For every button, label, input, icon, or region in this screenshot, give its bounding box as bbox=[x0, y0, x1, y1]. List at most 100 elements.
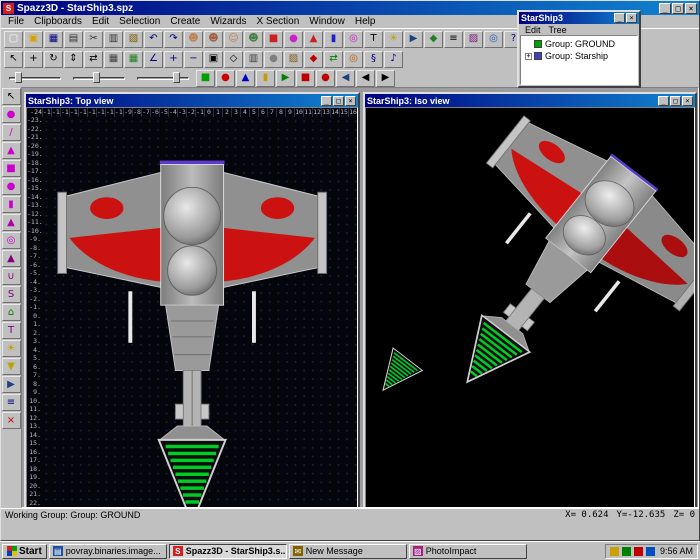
volume-icon[interactable] bbox=[610, 547, 619, 556]
sweep-tool-button[interactable]: S bbox=[2, 286, 21, 303]
prev-frame-button[interactable]: ◀ bbox=[356, 70, 375, 87]
wireframe-toggle-button[interactable]: ▥ bbox=[244, 51, 263, 68]
modem-icon[interactable] bbox=[646, 547, 655, 556]
task-button[interactable]: ▤ povray.binaries.image... bbox=[49, 544, 167, 559]
avatar-female-button[interactable]: ☻ bbox=[204, 31, 223, 48]
zoom-in-button[interactable]: + bbox=[164, 51, 183, 68]
yellow-cylinder-button[interactable]: ▮ bbox=[256, 70, 275, 87]
text3d-tool-button[interactable]: T bbox=[2, 322, 21, 339]
new-file-button[interactable]: ▢ bbox=[4, 31, 23, 48]
shaded-toggle-button[interactable]: ● bbox=[264, 51, 283, 68]
rotate-tool-button[interactable]: ↻ bbox=[44, 51, 63, 68]
display-icon[interactable] bbox=[622, 547, 631, 556]
task-button[interactable]: S Spazz3D - StarShip3.s... bbox=[169, 544, 287, 559]
terrain-tool-button[interactable]: ⌂ bbox=[2, 304, 21, 321]
face-tool-button[interactable]: ▲ bbox=[2, 142, 21, 159]
tree-item[interactable]: + Group: Starship bbox=[525, 50, 637, 62]
camera-tool-button[interactable]: ▶ bbox=[404, 31, 423, 48]
sensor-tool-button[interactable]: ◎ bbox=[344, 51, 363, 68]
scheduler-icon[interactable] bbox=[634, 547, 643, 556]
zoom-out-button[interactable]: − bbox=[184, 51, 203, 68]
torus-primitive-button[interactable]: ◎ bbox=[344, 31, 363, 48]
expand-toggle[interactable]: + bbox=[525, 53, 532, 60]
menu-item[interactable]: Tree bbox=[545, 25, 571, 35]
record-button[interactable]: ● bbox=[316, 70, 335, 87]
close-button[interactable]: × bbox=[626, 13, 637, 23]
zoom-level-slider[interactable] bbox=[135, 71, 191, 85]
cone-create-button[interactable]: ▲ bbox=[2, 214, 21, 231]
iso-view-titlebar[interactable]: StarShip3: Iso view _ □ × bbox=[365, 94, 695, 107]
torus-create-button[interactable]: ◎ bbox=[2, 232, 21, 249]
red-sphere-button[interactable]: ● bbox=[216, 70, 235, 87]
menu-item[interactable]: Window bbox=[304, 16, 350, 27]
slider-thumb[interactable] bbox=[93, 72, 100, 83]
pan-tool-button[interactable]: ◇ bbox=[224, 51, 243, 68]
menu-item[interactable]: X Section bbox=[251, 16, 304, 27]
material-tool-button[interactable]: ▨ bbox=[464, 31, 483, 48]
minimize-button[interactable]: _ bbox=[659, 3, 671, 14]
paste-button[interactable]: ▧ bbox=[124, 31, 143, 48]
cut-button[interactable]: ✂ bbox=[84, 31, 103, 48]
light-tool-button[interactable]: ☀ bbox=[384, 31, 403, 48]
sphere-create-button[interactable]: ● bbox=[2, 178, 21, 195]
menu-item[interactable]: Create bbox=[165, 16, 205, 27]
vertex-tool-button[interactable]: ● bbox=[2, 106, 21, 123]
menu-item[interactable]: Wizards bbox=[205, 16, 251, 27]
move-tool-button[interactable]: + bbox=[24, 51, 43, 68]
sphere-primitive-button[interactable]: ● bbox=[284, 31, 303, 48]
slider-thumb[interactable] bbox=[15, 72, 22, 83]
top-view-titlebar[interactable]: StarShip3: Top view _ □ × bbox=[26, 94, 358, 107]
route-tool-button[interactable]: ⇄ bbox=[324, 51, 343, 68]
camera-create-button[interactable]: ▶ bbox=[2, 376, 21, 393]
cylinder-create-button[interactable]: ▮ bbox=[2, 196, 21, 213]
delete-tool-button[interactable]: × bbox=[2, 412, 21, 429]
top-viewport[interactable] bbox=[42, 117, 357, 508]
menu-item[interactable]: Help bbox=[350, 16, 381, 27]
lathe-tool-button[interactable]: ∪ bbox=[2, 268, 21, 285]
cone-primitive-button[interactable]: ▲ bbox=[304, 31, 323, 48]
copy-button[interactable]: ▥ bbox=[104, 31, 123, 48]
menu-item[interactable]: Edit bbox=[521, 25, 545, 35]
mirror-tool-button[interactable]: ⇄ bbox=[84, 51, 103, 68]
save-file-button[interactable]: ▦ bbox=[44, 31, 63, 48]
slider-thumb[interactable] bbox=[173, 72, 180, 83]
zoom-fit-button[interactable]: ▣ bbox=[204, 51, 223, 68]
stop-button[interactable]: ■ bbox=[296, 70, 315, 87]
snap-size-slider[interactable] bbox=[71, 71, 127, 85]
camera-view-button[interactable]: ◀ bbox=[336, 70, 355, 87]
pointlight-tool-button[interactable]: ☀ bbox=[2, 340, 21, 357]
menu-item[interactable]: Edit bbox=[87, 16, 114, 27]
axis-toggle-button[interactable]: ∠ bbox=[144, 51, 163, 68]
script-tool-button[interactable]: § bbox=[364, 51, 383, 68]
next-frame-button[interactable]: ▶ bbox=[376, 70, 395, 87]
world-tool-button[interactable]: ◎ bbox=[484, 31, 503, 48]
close-button[interactable]: × bbox=[682, 96, 693, 106]
grid-size-slider[interactable] bbox=[7, 71, 63, 85]
scale-tool-button[interactable]: ⇕ bbox=[64, 51, 83, 68]
cylinder-primitive-button[interactable]: ▮ bbox=[324, 31, 343, 48]
grid-toggle-button[interactable]: ▦ bbox=[124, 51, 143, 68]
redo-button[interactable]: ↷ bbox=[164, 31, 183, 48]
keyframe-tool-button[interactable]: ◆ bbox=[304, 51, 323, 68]
spotlight-tool-button[interactable]: ▼ bbox=[2, 358, 21, 375]
minimize-button[interactable]: _ bbox=[321, 96, 332, 106]
texture-toggle-button[interactable]: ▨ bbox=[284, 51, 303, 68]
body-button[interactable]: ☻ bbox=[244, 31, 263, 48]
menu-item[interactable]: File bbox=[3, 16, 29, 27]
pointer-tool-button[interactable]: ↖ bbox=[2, 88, 21, 105]
sound-tool-button[interactable]: ♪ bbox=[384, 51, 403, 68]
viewpoint-tool-button[interactable]: ◆ bbox=[424, 31, 443, 48]
task-button[interactable]: ✉ New Message bbox=[289, 544, 407, 559]
face-button[interactable]: ☺ bbox=[224, 31, 243, 48]
open-file-button[interactable]: ▣ bbox=[24, 31, 43, 48]
group-create-button[interactable]: ≡ bbox=[2, 394, 21, 411]
iso-viewport[interactable] bbox=[365, 107, 695, 508]
play-button[interactable]: ▶ bbox=[276, 70, 295, 87]
minimize-button[interactable]: _ bbox=[614, 13, 625, 23]
start-button[interactable]: Start bbox=[2, 544, 47, 559]
maximize-button[interactable]: □ bbox=[670, 96, 681, 106]
extrude-tool-button[interactable]: ▲ bbox=[2, 250, 21, 267]
green-cube-button[interactable]: ■ bbox=[196, 70, 215, 87]
avatar-male-button[interactable]: ☻ bbox=[184, 31, 203, 48]
palette-titlebar[interactable]: StarShip3 _ × bbox=[519, 12, 639, 24]
